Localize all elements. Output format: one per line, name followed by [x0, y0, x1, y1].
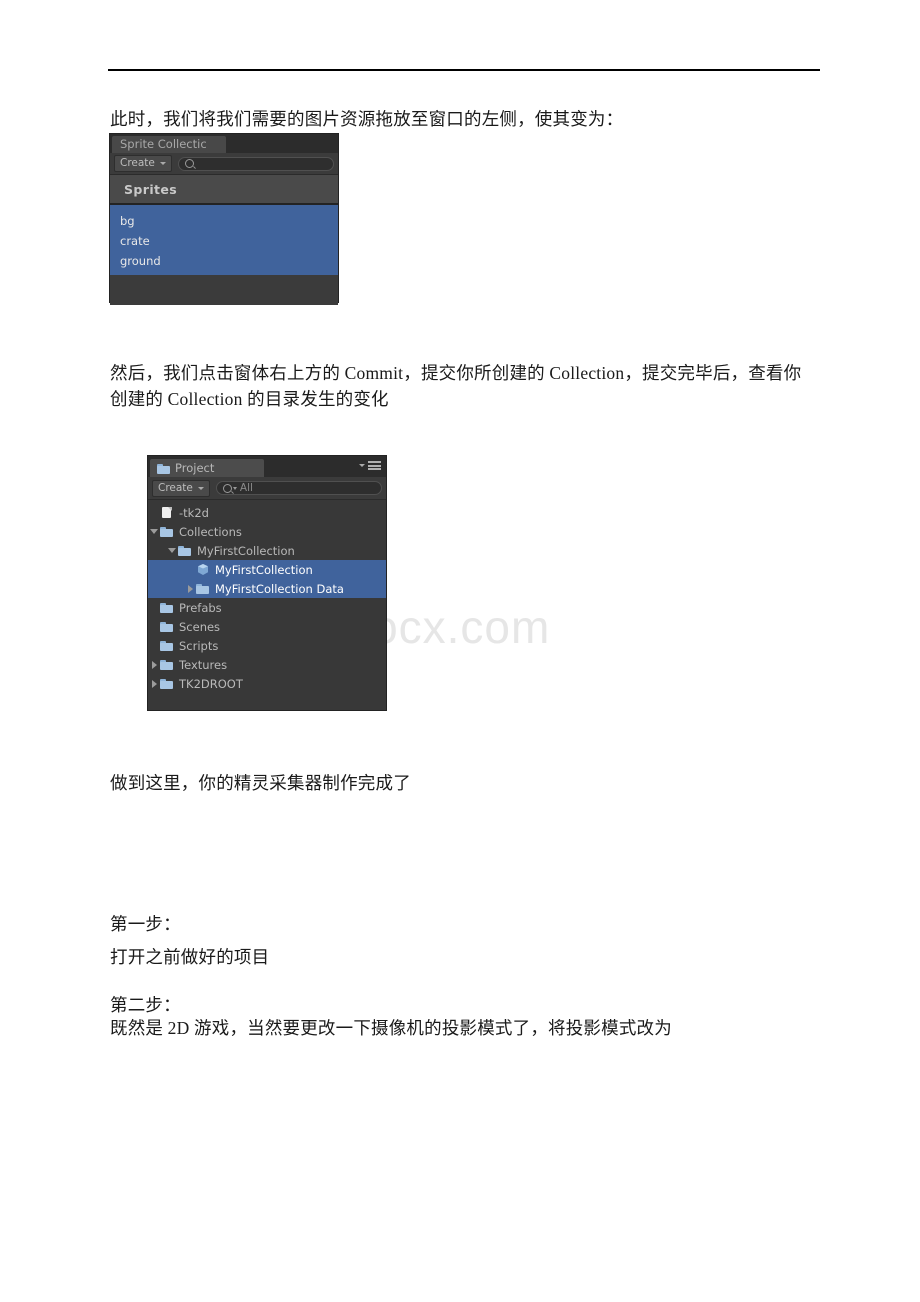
paragraph-3: 做到这里，你的精灵采集器制作完成了 — [110, 773, 411, 793]
twisty-right-icon[interactable] — [184, 584, 196, 593]
list-item[interactable]: ground — [110, 251, 338, 271]
list-item[interactable]: bg — [110, 211, 338, 231]
paragraph-7: 既然是 2D 游戏，当然要更改一下摄像机的投影模式了，将投影模式改为 — [110, 1018, 672, 1038]
tree-item-scripts[interactable]: Scripts — [148, 636, 386, 655]
folder-icon — [160, 620, 174, 633]
tree-item-myfirstcollection-data[interactable]: MyFirstCollection Data — [148, 579, 386, 598]
header-rule — [108, 69, 820, 71]
project-window: Project Create All -tk2d Collections MyF… — [147, 455, 387, 711]
document-page: www.bdocx.com 此时，我们将我们需要的图片资源拖放至窗口的左侧，使其… — [0, 0, 920, 1302]
sprite-selection-block: bg crate ground — [110, 205, 338, 275]
chevron-down-icon — [159, 162, 166, 165]
tree-item-label: MyFirstCollection Data — [215, 581, 344, 596]
sprites-section-header: Sprites — [110, 175, 338, 205]
folder-icon — [160, 658, 174, 671]
search-input[interactable] — [177, 156, 334, 171]
tree-item-myfirstcollection-folder[interactable]: MyFirstCollection — [148, 541, 386, 560]
tab-project-label: Project — [175, 461, 215, 475]
tree-item-label: MyFirstCollection — [215, 562, 313, 577]
paragraph-4: 第一步： — [110, 914, 181, 934]
folder-icon — [196, 582, 210, 595]
tree-item-label: -tk2d — [179, 505, 209, 520]
tree-item-tk2droot[interactable]: TK2DROOT — [148, 674, 386, 693]
sprite-list: bg crate ground — [110, 205, 338, 305]
tree-item-label: MyFirstCollection — [197, 543, 295, 558]
chevron-down-icon — [197, 486, 204, 490]
hamburger-menu-icon — [368, 461, 381, 470]
tree-item-tk2d[interactable]: -tk2d — [148, 503, 386, 522]
folder-icon — [157, 462, 170, 475]
tab-project[interactable]: Project — [150, 459, 264, 477]
panel-options-menu[interactable] — [359, 461, 381, 470]
tree-item-label: Collections — [179, 524, 242, 539]
tab-sprite-collection[interactable]: Sprite Collectic — [112, 136, 226, 153]
search-filter-value: All — [239, 482, 253, 494]
project-tabstrip: Project — [148, 456, 386, 477]
paragraph-1: 此时，我们将我们需要的图片资源拖放至窗口的左侧，使其变为： — [110, 109, 624, 129]
twisty-right-icon[interactable] — [148, 660, 160, 669]
search-icon — [222, 483, 237, 493]
tree-item-label: Scenes — [179, 619, 221, 634]
folder-icon — [160, 639, 174, 652]
project-asset-tree: -tk2d Collections MyFirstCollection MyFi… — [148, 500, 386, 693]
twisty-down-icon[interactable] — [148, 529, 160, 534]
sprite-collection-window: Sprite Collectic Create Sprites bg crate… — [109, 133, 339, 305]
twisty-down-icon[interactable] — [166, 548, 178, 553]
paragraph-5: 打开之前做好的项目 — [110, 947, 270, 967]
tree-item-myfirstcollection-prefab[interactable]: MyFirstCollection — [148, 560, 386, 579]
folder-icon — [160, 601, 174, 614]
tree-item-textures[interactable]: Textures — [148, 655, 386, 674]
tree-item-scenes[interactable]: Scenes — [148, 617, 386, 636]
sprite-collection-toolbar: Create — [110, 153, 338, 175]
twisty-right-icon[interactable] — [148, 679, 160, 688]
create-button-label: Create — [158, 481, 193, 494]
create-button[interactable]: Create — [114, 155, 172, 172]
create-button[interactable]: Create — [152, 479, 210, 497]
create-button-label: Create — [120, 157, 155, 169]
folder-icon — [160, 525, 174, 538]
tree-item-label: Prefabs — [179, 600, 222, 615]
tree-item-label: Textures — [179, 657, 228, 672]
chevron-down-icon — [359, 464, 365, 467]
search-input[interactable]: All — [215, 481, 382, 495]
tree-item-label: Scripts — [179, 638, 219, 653]
folder-icon — [160, 677, 174, 690]
paragraph-2: 然后，我们点击窗体右上方的 Commit，提交你所创建的 Collection，… — [110, 363, 802, 409]
sprite-collection-tabstrip: Sprite Collectic — [110, 134, 338, 153]
list-item[interactable]: crate — [110, 231, 338, 251]
tree-item-collections[interactable]: Collections — [148, 522, 386, 541]
folder-icon — [178, 544, 192, 557]
project-toolbar: Create All — [148, 477, 386, 500]
tree-item-prefabs[interactable]: Prefabs — [148, 598, 386, 617]
tree-item-label: TK2DROOT — [179, 676, 243, 691]
prefab-cube-icon — [196, 563, 210, 576]
search-icon — [184, 159, 194, 168]
file-icon — [160, 506, 174, 519]
